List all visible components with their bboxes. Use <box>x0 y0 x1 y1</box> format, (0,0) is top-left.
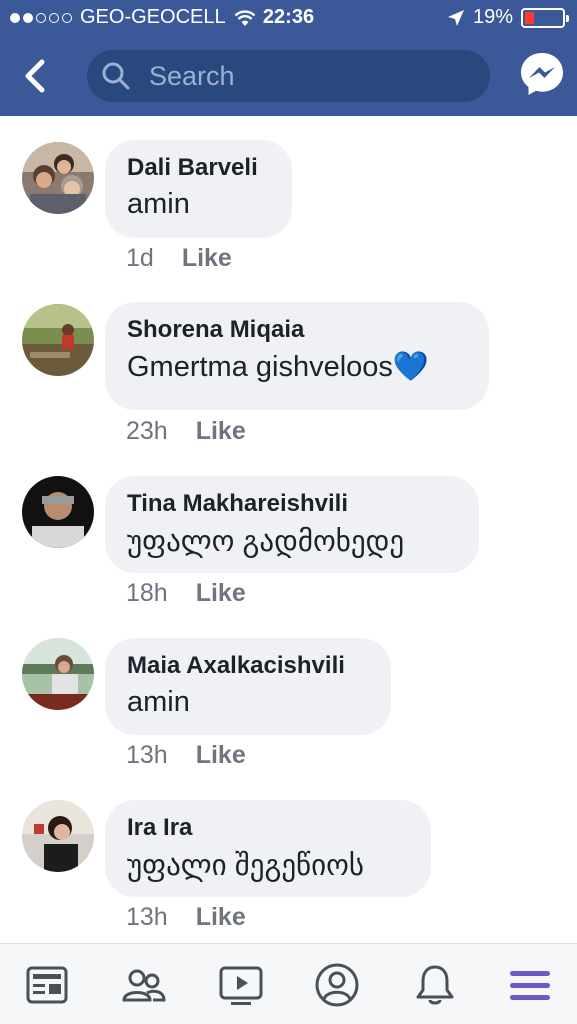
comment-bubble[interactable]: Maia Axalkacishvili amin <box>105 638 391 735</box>
chevron-left-icon[interactable] <box>18 56 52 96</box>
like-button[interactable]: Like <box>196 741 246 770</box>
top-bar: GEO-GEOCELL 22:36 19% <box>0 0 577 116</box>
friends-icon[interactable] <box>121 962 167 1008</box>
like-button[interactable]: Like <box>196 903 246 932</box>
status-bar: GEO-GEOCELL 22:36 19% <box>0 0 577 36</box>
comment-time: 23h <box>126 417 168 445</box>
comment-bubble[interactable]: Dali Barveli amin <box>105 140 292 238</box>
comment-bubble[interactable]: Tina Makhareishvili უფალო გადმოხედე <box>105 476 479 573</box>
comment-text: amin <box>127 686 190 718</box>
messenger-icon[interactable] <box>519 51 565 97</box>
comment-author[interactable]: Shorena Miqaia <box>127 316 467 344</box>
search-bar[interactable] <box>87 50 490 102</box>
comment-text: უფალი შეგეწიოს <box>127 850 365 882</box>
comment-bubble[interactable]: Shorena Miqaia Gmertma gishveloos💙 <box>105 302 489 410</box>
comment-bubble[interactable]: Ira Ira უფალი შეგეწიოს <box>105 800 431 897</box>
search-icon <box>102 62 130 90</box>
avatar[interactable] <box>22 304 94 376</box>
bottom-nav <box>0 943 577 1024</box>
avatar[interactable] <box>22 142 94 214</box>
search-input[interactable] <box>149 60 469 92</box>
comment-text: უფალო გადმოხედე <box>127 526 405 558</box>
profile-icon[interactable] <box>314 962 360 1008</box>
comment-time: 1d <box>126 244 154 272</box>
comment-text: Gmertma gishveloos💙 <box>127 351 430 383</box>
like-button[interactable]: Like <box>182 244 232 273</box>
menu-icon[interactable] <box>507 962 553 1008</box>
comment-time: 13h <box>126 903 168 931</box>
comment-author[interactable]: Tina Makhareishvili <box>127 490 457 518</box>
avatar[interactable] <box>22 638 94 710</box>
battery-percent: 19% <box>472 6 513 28</box>
like-button[interactable]: Like <box>196 417 246 446</box>
comment-text: amin <box>127 188 190 220</box>
notifications-bell-icon[interactable] <box>412 962 458 1008</box>
comment-time: 13h <box>126 741 168 769</box>
news-feed-icon[interactable] <box>24 962 70 1008</box>
battery-icon <box>521 7 569 28</box>
like-button[interactable]: Like <box>196 579 246 608</box>
comment-author[interactable]: Dali Barveli <box>127 154 270 182</box>
avatar[interactable] <box>22 476 94 548</box>
comment-time: 18h <box>126 579 168 607</box>
watch-video-icon[interactable] <box>218 962 264 1008</box>
location-arrow-icon <box>447 9 464 26</box>
comment-author[interactable]: Maia Axalkacishvili <box>127 652 369 680</box>
avatar[interactable] <box>22 800 94 872</box>
comment-author[interactable]: Ira Ira <box>127 814 409 842</box>
